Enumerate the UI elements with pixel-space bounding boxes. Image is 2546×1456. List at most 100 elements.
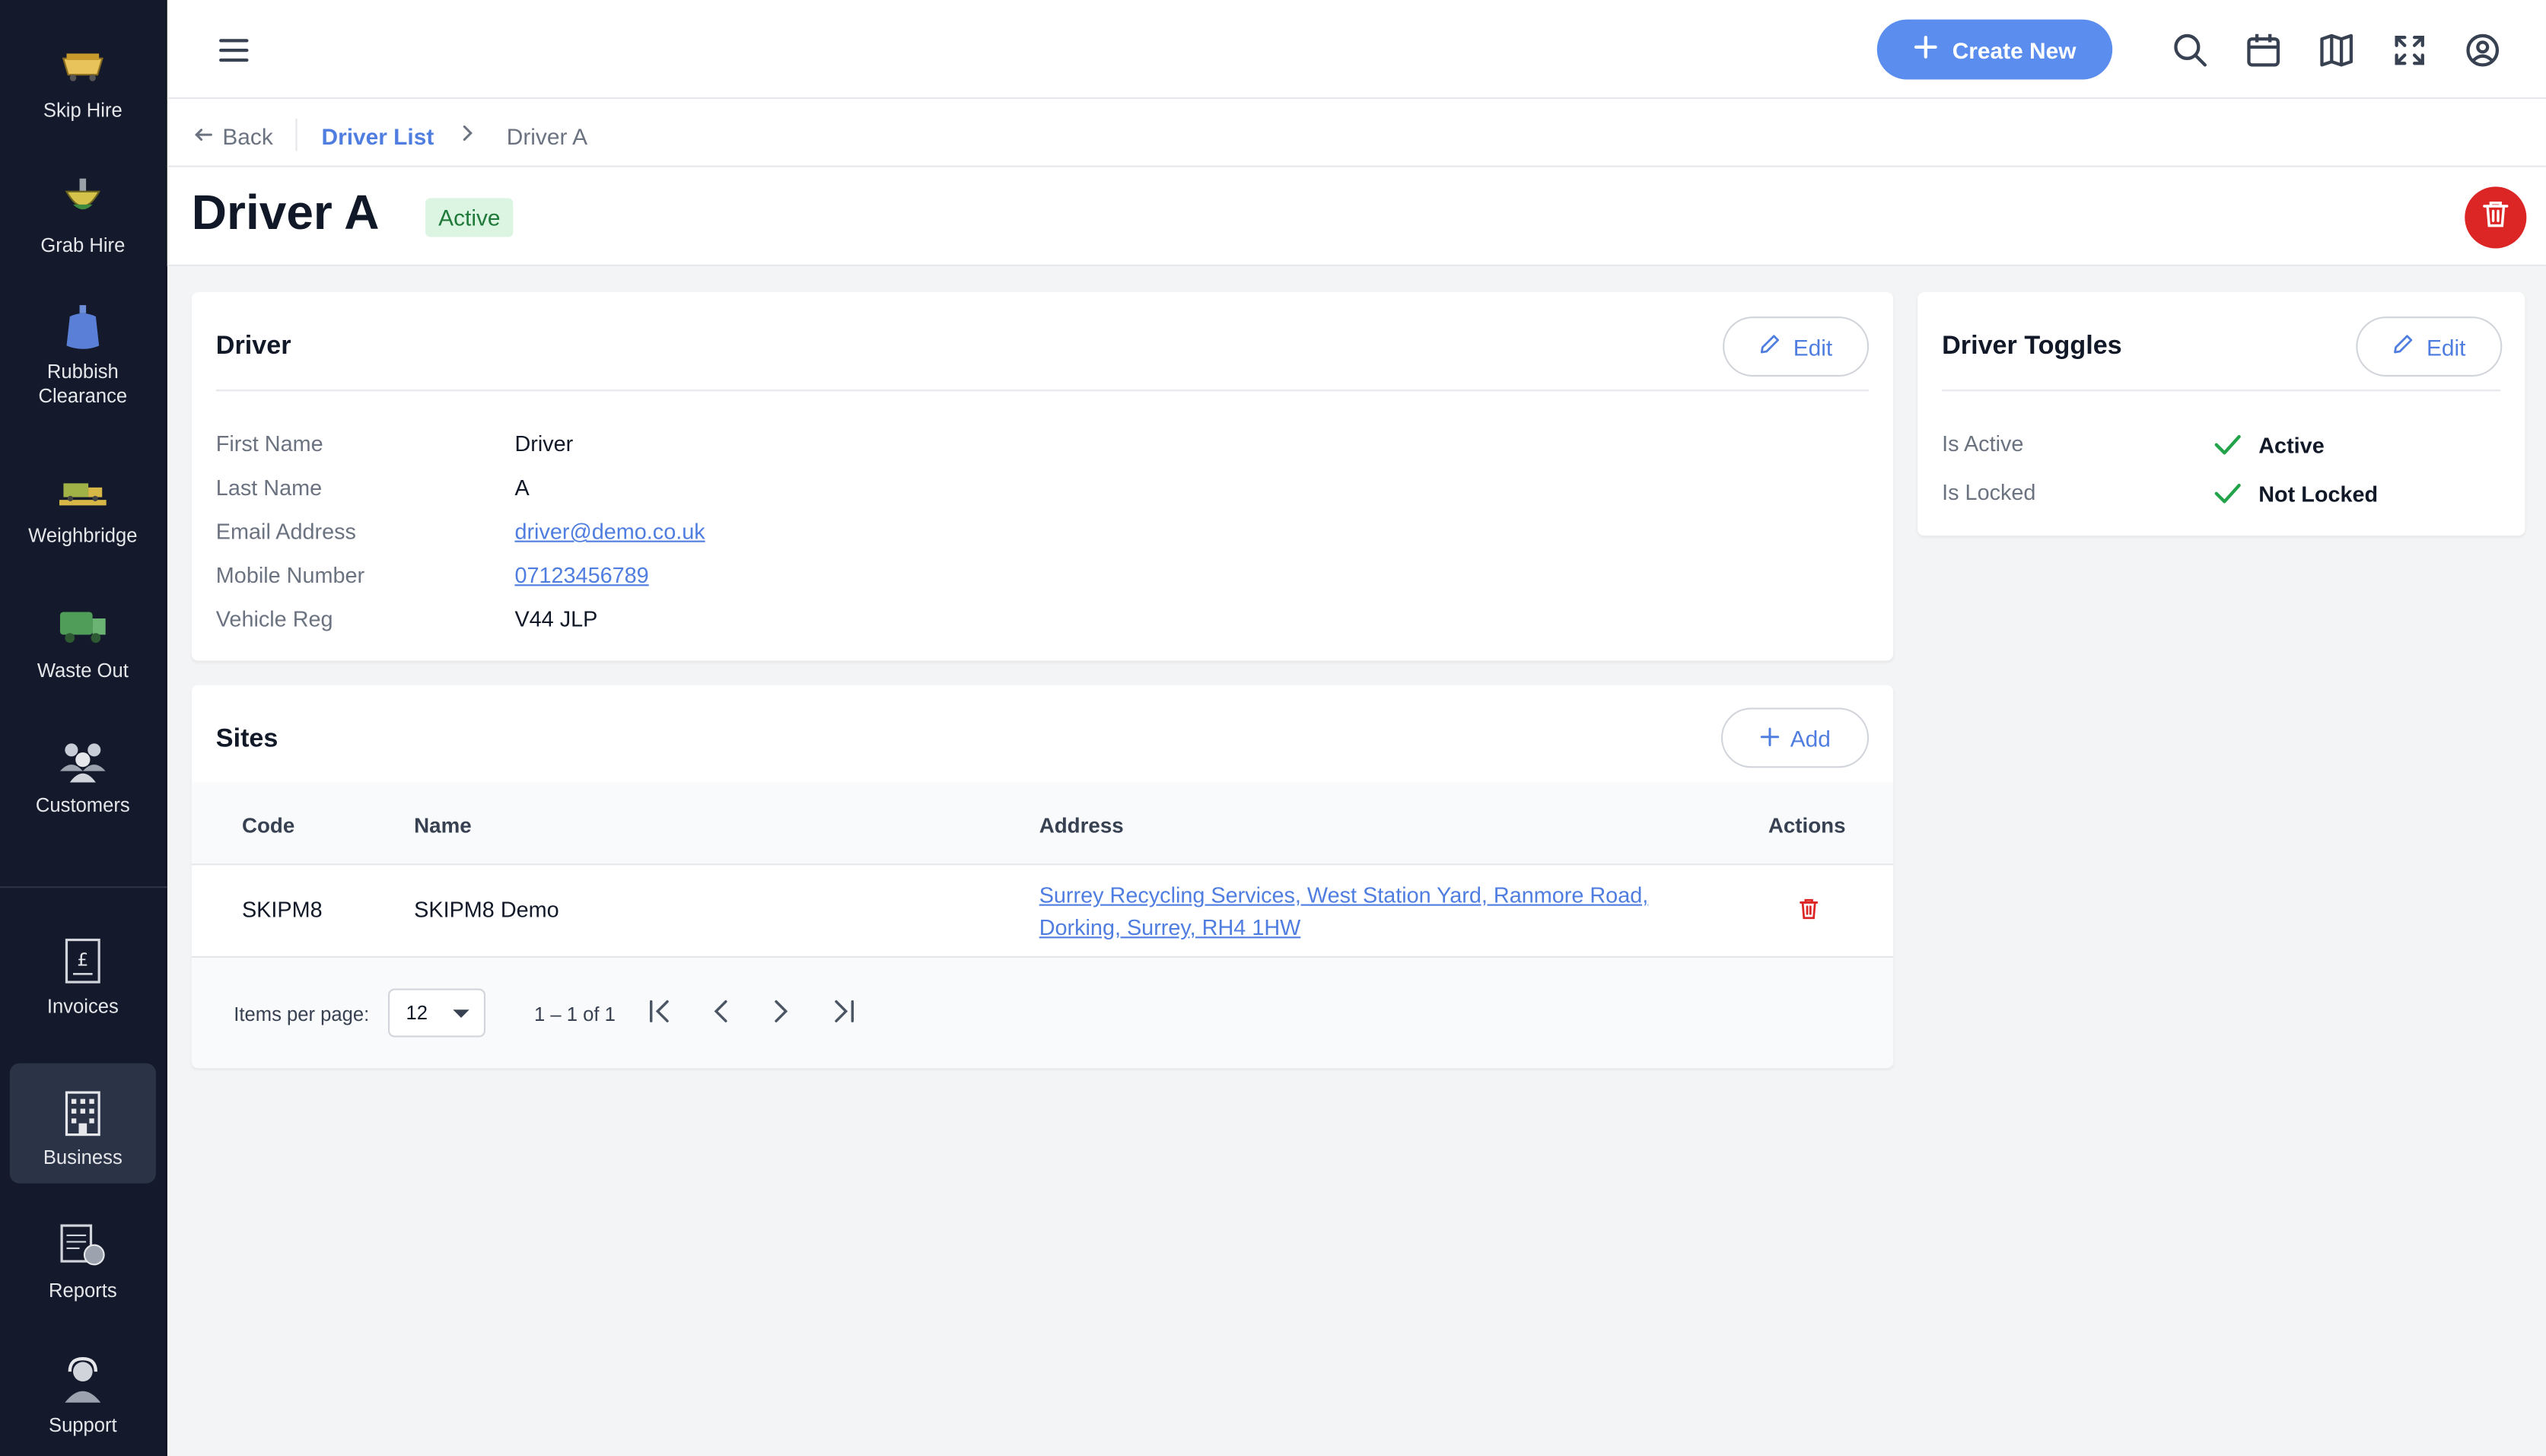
delete-site-icon[interactable]	[1799, 898, 1819, 929]
top-bar: Create New	[167, 0, 2546, 100]
edit-driver-button[interactable]: Edit	[1723, 316, 1870, 377]
sidebar-item-invoices[interactable]: £ Invoices	[10, 912, 156, 1032]
business-icon	[56, 1084, 111, 1140]
trash-icon	[2483, 199, 2509, 236]
site-code: SKIPM8	[241, 898, 323, 923]
reports-icon	[56, 1217, 111, 1273]
create-new-button[interactable]: Create New	[1876, 19, 2113, 80]
breadcrumb-divider	[295, 118, 298, 151]
is-active-value: Active	[2258, 433, 2325, 458]
email-link[interactable]: driver@demo.co.uk	[514, 520, 705, 544]
mobile-link[interactable]: 07123456789	[514, 563, 648, 587]
menu-icon[interactable]	[216, 33, 252, 68]
add-site-button[interactable]: Add	[1720, 707, 1870, 768]
plus-icon	[1914, 34, 1940, 65]
sidebar-item-reports[interactable]: Reports	[10, 1197, 156, 1317]
svg-text:£: £	[77, 949, 88, 971]
sidebar-item-grab-hire[interactable]: Grab Hire	[10, 151, 156, 271]
user-account-icon[interactable]	[2463, 31, 2502, 70]
is-active-label: Is Active	[1942, 431, 2024, 456]
skip-icon	[56, 37, 111, 93]
card-divider	[1942, 389, 2501, 392]
plus-icon	[1759, 725, 1779, 751]
last-name-value: A	[514, 475, 530, 501]
page-header: Driver A Active	[167, 167, 2546, 266]
support-icon	[56, 1353, 111, 1408]
site-name: SKIPM8 Demo	[414, 898, 559, 923]
column-header-name[interactable]: Name	[414, 813, 472, 838]
last-name-label: Last Name	[215, 475, 323, 501]
next-page-icon[interactable]	[763, 993, 799, 1029]
fullscreen-icon[interactable]	[2390, 31, 2429, 70]
breadcrumb-driver-list[interactable]: Driver List	[322, 123, 434, 149]
vehicle-reg-value: V44 JLP	[514, 607, 598, 632]
sidebar-item-label: Rubbish Clearance	[38, 360, 128, 408]
sidebar-item-label: Skip Hire	[43, 99, 123, 122]
rubbish-bag-icon	[56, 299, 111, 354]
delete-driver-button[interactable]	[2465, 186, 2527, 249]
status-badge: Active	[425, 198, 514, 237]
sidebar-item-customers[interactable]: Customers	[10, 711, 156, 831]
card-divider	[215, 389, 1870, 392]
waste-truck-icon	[56, 597, 111, 653]
edit-toggles-button[interactable]: Edit	[2356, 316, 2503, 377]
search-icon[interactable]	[2171, 31, 2210, 70]
sidebar-divider	[0, 886, 167, 889]
sidebar: Skip Hire Grab Hire Rubbish Clearance We…	[0, 0, 167, 1456]
driver-card-title: Driver	[215, 332, 291, 361]
edit-label: Edit	[2426, 333, 2466, 360]
chevron-right-icon	[460, 122, 476, 149]
sidebar-item-skip-hire[interactable]: Skip Hire	[10, 16, 156, 136]
first-name-value: Driver	[514, 431, 574, 456]
sidebar-item-label: Support	[48, 1413, 117, 1437]
sites-card: Sites Add Code Name Address Actions SKIP…	[191, 685, 1894, 1069]
driver-card: Driver Edit First Name Driver Last Name …	[191, 292, 1894, 661]
sidebar-item-label: Invoices	[46, 995, 119, 1018]
items-per-page-label: Items per page:	[234, 1003, 370, 1026]
last-page-icon[interactable]	[825, 993, 861, 1029]
column-header-code[interactable]: Code	[242, 813, 294, 838]
check-icon	[2213, 481, 2242, 515]
page-size-select[interactable]: 12	[388, 988, 486, 1038]
table-row: SKIPM8 SKIPM8 Demo Surrey Recycling Serv…	[191, 865, 1894, 958]
driver-toggles-title: Driver Toggles	[1942, 332, 2122, 361]
is-locked-value: Not Locked	[2258, 482, 2379, 507]
vehicle-reg-label: Vehicle Reg	[215, 607, 333, 632]
is-locked-label: Is Locked	[1942, 480, 2036, 505]
page-size-value: 12	[406, 1001, 428, 1025]
page-range: 1 – 1 of 1	[534, 1003, 616, 1026]
paginator: Items per page: 12 1 – 1 of 1	[191, 958, 1894, 1069]
weighbridge-icon	[56, 463, 111, 518]
first-page-icon[interactable]	[643, 993, 679, 1029]
sidebar-item-weighbridge[interactable]: Weighbridge	[10, 441, 156, 561]
calendar-icon[interactable]	[2244, 31, 2283, 70]
email-label: Email Address	[215, 519, 356, 544]
back-button[interactable]: Back	[193, 123, 273, 149]
map-icon[interactable]	[2317, 31, 2356, 70]
caret-down-icon	[453, 1009, 469, 1018]
sidebar-item-support[interactable]: Support	[10, 1331, 156, 1451]
page-title: Driver A	[191, 186, 380, 240]
column-header-address[interactable]: Address	[1039, 813, 1124, 838]
sidebar-item-label: Grab Hire	[40, 234, 126, 257]
grab-icon	[56, 172, 111, 227]
site-address-link[interactable]: Surrey Recycling Services, West Station …	[1039, 880, 1689, 945]
sidebar-item-label: Weighbridge	[28, 524, 138, 548]
mobile-label: Mobile Number	[215, 563, 365, 588]
invoice-icon: £	[56, 933, 111, 989]
sidebar-item-label: Customers	[35, 793, 130, 817]
arrow-left-icon	[193, 123, 213, 149]
sidebar-item-label: Business	[43, 1146, 123, 1169]
pencil-icon	[1759, 332, 1782, 360]
first-name-label: First Name	[215, 431, 323, 456]
sidebar-item-waste-out[interactable]: Waste Out	[10, 577, 156, 697]
add-label: Add	[1790, 724, 1831, 751]
breadcrumb-current: Driver A	[506, 123, 588, 150]
sites-card-title: Sites	[215, 725, 278, 754]
previous-page-icon[interactable]	[703, 993, 739, 1029]
sidebar-item-business[interactable]: Business	[9, 1063, 156, 1184]
customers-icon	[56, 732, 111, 787]
sidebar-item-label: Waste Out	[37, 659, 129, 682]
breadcrumb: Back Driver List Driver A	[167, 99, 2546, 167]
sidebar-item-rubbish-clearance[interactable]: Rubbish Clearance	[10, 286, 156, 422]
